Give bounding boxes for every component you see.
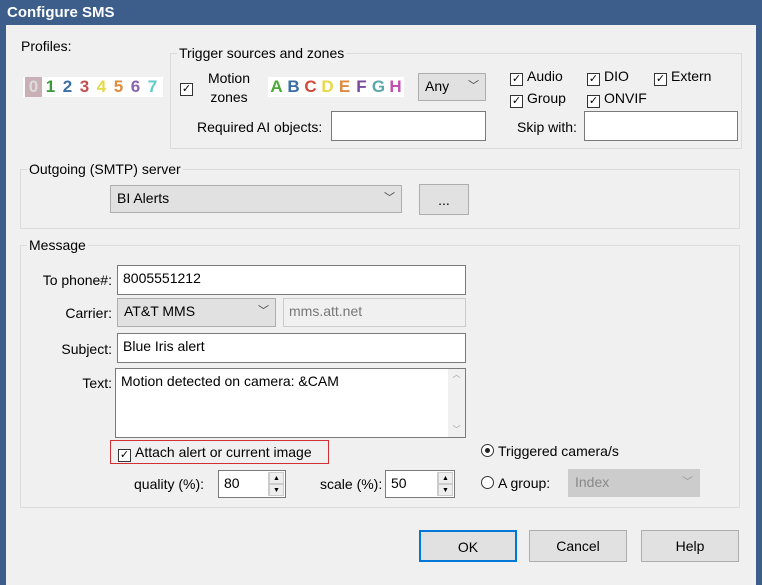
scale-spinner[interactable]: 50 ▲ ▼ bbox=[385, 470, 455, 498]
chevron-down-icon: ﹀ bbox=[682, 476, 693, 488]
trigger-legend: Trigger sources and zones bbox=[177, 45, 347, 61]
audio-label: Audio bbox=[527, 68, 563, 84]
profile-3[interactable]: 3 bbox=[76, 77, 93, 97]
profile-5[interactable]: 5 bbox=[110, 77, 127, 97]
group-value: Index bbox=[575, 474, 610, 490]
message-legend: Message bbox=[27, 237, 88, 253]
carrier-value: AT&T MMS bbox=[124, 303, 196, 319]
checkbox-icon: ✓ bbox=[510, 73, 523, 86]
extern-label: Extern bbox=[671, 68, 712, 84]
carrier-dropdown[interactable]: AT&T MMS ﹀ bbox=[117, 298, 276, 327]
cancel-button[interactable]: Cancel bbox=[529, 530, 627, 562]
quality-value: 80 bbox=[224, 475, 240, 491]
text-label: Text: bbox=[82, 375, 112, 391]
zone-mode-value: Any bbox=[425, 78, 450, 94]
gateway-input: mms.att.net bbox=[283, 298, 466, 327]
profiles-selector[interactable]: 01234567 bbox=[23, 77, 163, 97]
profile-0[interactable]: 0 bbox=[25, 77, 42, 97]
onvif-label: ONVIF bbox=[604, 90, 647, 106]
phone-input[interactable]: 8005551212 bbox=[117, 265, 466, 295]
motion-zones-checkbox[interactable]: ✓ bbox=[180, 78, 197, 96]
ai-objects-label: Required AI objects: bbox=[197, 119, 323, 135]
triggered-label: Triggered camera/s bbox=[498, 443, 619, 459]
group-label: Group bbox=[527, 90, 566, 106]
audio-checkbox[interactable]: ✓ Audio bbox=[510, 68, 563, 86]
zone-C[interactable]: C bbox=[302, 77, 319, 97]
zone-E[interactable]: E bbox=[336, 77, 353, 97]
radio-icon bbox=[481, 444, 494, 457]
attach-label: Attach alert or current image bbox=[135, 444, 312, 460]
zone-G[interactable]: G bbox=[370, 77, 387, 97]
chevron-down-icon: ﹀ bbox=[258, 305, 269, 317]
carrier-label: Carrier: bbox=[65, 305, 112, 321]
profile-7[interactable]: 7 bbox=[144, 77, 161, 97]
phone-label: To phone#: bbox=[42, 272, 112, 288]
checkbox-icon: ✓ bbox=[180, 83, 193, 96]
up-arrow-icon[interactable]: ▲ bbox=[269, 472, 284, 484]
onvif-checkbox[interactable]: ✓ ONVIF bbox=[587, 90, 647, 108]
subject-label: Subject: bbox=[61, 341, 112, 357]
down-arrow-icon[interactable]: ▼ bbox=[438, 484, 453, 496]
help-button[interactable]: Help bbox=[641, 530, 739, 562]
group-dropdown: Index ﹀ bbox=[568, 469, 700, 497]
motion-label: Motion bbox=[207, 70, 251, 86]
scale-label: scale (%): bbox=[320, 476, 383, 492]
dio-label: DIO bbox=[604, 68, 629, 84]
skip-with-input[interactable] bbox=[584, 111, 738, 141]
text-scrollbar[interactable]: ︿ ﹀ bbox=[448, 369, 465, 437]
zone-F[interactable]: F bbox=[353, 77, 370, 97]
checkbox-icon: ✓ bbox=[587, 73, 600, 86]
a-group-radio[interactable]: A group: bbox=[481, 475, 550, 491]
checkbox-icon: ✓ bbox=[510, 95, 523, 108]
chevron-down-icon: ﹀ bbox=[384, 192, 395, 204]
attach-image-checkbox[interactable]: ✓ Attach alert or current image bbox=[110, 440, 329, 464]
zone-H[interactable]: H bbox=[387, 77, 404, 97]
spin-buttons[interactable]: ▲ ▼ bbox=[268, 472, 284, 496]
scale-value: 50 bbox=[391, 475, 407, 491]
zone-D[interactable]: D bbox=[319, 77, 336, 97]
quality-spinner[interactable]: 80 ▲ ▼ bbox=[218, 470, 286, 498]
window-title: Configure SMS bbox=[7, 4, 115, 21]
checkbox-icon: ✓ bbox=[118, 449, 131, 462]
text-area[interactable]: Motion detected on camera: &CAM ︿ ﹀ bbox=[115, 368, 466, 438]
smtp-settings-button[interactable]: ... bbox=[419, 184, 469, 215]
skip-with-label: Skip with: bbox=[517, 119, 577, 135]
dio-checkbox[interactable]: ✓ DIO bbox=[587, 68, 629, 86]
zone-mode-dropdown[interactable]: Any ﹀ bbox=[418, 73, 486, 101]
smtp-legend: Outgoing (SMTP) server bbox=[27, 161, 183, 177]
checkbox-icon: ✓ bbox=[587, 95, 600, 108]
quality-label: quality (%): bbox=[134, 476, 205, 492]
spin-buttons[interactable]: ▲ ▼ bbox=[437, 472, 453, 496]
profile-2[interactable]: 2 bbox=[59, 77, 76, 97]
chevron-down-icon: ﹀ bbox=[468, 80, 479, 92]
zone-B[interactable]: B bbox=[285, 77, 302, 97]
extern-checkbox[interactable]: ✓ Extern bbox=[654, 68, 711, 86]
text-value: Motion detected on camera: &CAM bbox=[121, 373, 339, 389]
zones-label: zones bbox=[210, 89, 248, 105]
triggered-camera-radio[interactable]: Triggered camera/s bbox=[481, 443, 619, 459]
zone-A[interactable]: A bbox=[268, 77, 285, 97]
group-checkbox[interactable]: ✓ Group bbox=[510, 90, 566, 108]
radio-icon bbox=[481, 476, 494, 489]
profile-4[interactable]: 4 bbox=[93, 77, 110, 97]
smtp-server-dropdown[interactable]: BI Alerts ﹀ bbox=[110, 185, 402, 213]
a-group-label: A group: bbox=[498, 475, 551, 491]
profile-6[interactable]: 6 bbox=[127, 77, 144, 97]
up-arrow-icon[interactable]: ▲ bbox=[438, 472, 453, 484]
smtp-server-value: BI Alerts bbox=[117, 190, 170, 206]
ai-objects-input[interactable] bbox=[331, 111, 486, 141]
checkbox-icon: ✓ bbox=[654, 73, 667, 86]
zones-selector[interactable]: ABCDEFGH bbox=[268, 77, 404, 97]
ok-button[interactable]: OK bbox=[419, 530, 517, 562]
profile-1[interactable]: 1 bbox=[42, 77, 59, 97]
down-arrow-icon[interactable]: ▼ bbox=[269, 484, 284, 496]
subject-input[interactable]: Blue Iris alert bbox=[117, 333, 466, 363]
motion-zones-label: Motion zones bbox=[204, 69, 254, 107]
profiles-label: Profiles: bbox=[21, 38, 72, 54]
